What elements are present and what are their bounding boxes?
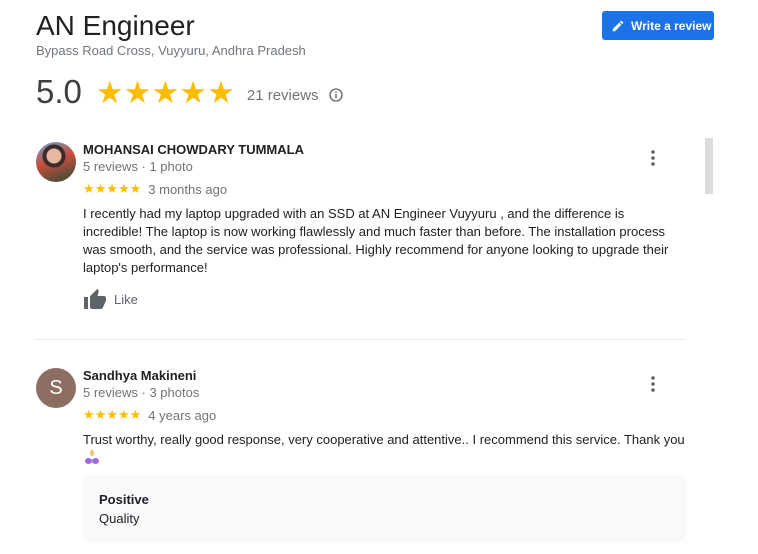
place-address: Bypass Road Cross, Vuyyuru, Andhra Prade… [36, 43, 306, 58]
review-rating: ★★★★★ 4 years ago [83, 407, 216, 423]
more-options-icon[interactable] [648, 375, 658, 393]
review-stars: ★★★★★ [83, 407, 142, 422]
review-text: Trust worthy, really good response, very… [83, 432, 685, 447]
attribute-value: Quality [99, 511, 140, 526]
review-divider [36, 339, 684, 340]
thumbs-up-icon [84, 289, 106, 309]
review-attributes: Positive Quality [83, 475, 686, 542]
review-date: 4 years ago [148, 407, 217, 423]
star-icon: ★ [207, 74, 235, 110]
review-text: I recently had my laptop upgraded with a… [83, 206, 669, 275]
info-icon[interactable] [328, 87, 344, 103]
more-options-icon[interactable] [648, 149, 658, 167]
reviewer-meta: 5 reviews · 1 photo [83, 159, 193, 174]
attribute-title: Positive [99, 492, 149, 507]
star-icon: ★ [95, 74, 124, 110]
reviewer-meta: 5 reviews · 3 photos [83, 385, 200, 400]
write-review-label: Write a review [631, 18, 712, 33]
rating-summary: 5.0 ★ ★ ★ ★ ★ 21 reviews [36, 72, 344, 112]
rating-value: 5.0 [36, 73, 82, 110]
pencil-icon [612, 20, 624, 31]
like-button[interactable]: Like [83, 288, 138, 310]
like-label: Like [114, 291, 138, 307]
write-review-button[interactable]: Write a review [602, 11, 714, 40]
reviewer-name[interactable]: MOHANSAI CHOWDARY TUMMALA [83, 142, 304, 157]
review-date: 3 months ago [148, 181, 228, 197]
review-stars: ★★★★★ [83, 181, 142, 196]
scrollbar-thumb[interactable] [705, 138, 713, 194]
star-icon: ★ [179, 74, 208, 110]
star-icon: ★ [151, 74, 180, 110]
review-count: 21 reviews [246, 86, 319, 104]
rating-stars: ★ ★ ★ ★ ★ [96, 77, 235, 108]
star-icon: ★ [123, 74, 152, 110]
place-title: AN Engineer [36, 10, 195, 41]
reviewer-avatar[interactable] [36, 142, 76, 182]
praying-hands-emoji-icon [85, 449, 99, 464]
review-rating: ★★★★★ 3 months ago [83, 181, 227, 197]
reviewer-avatar[interactable]: S [36, 368, 76, 408]
reviewer-name[interactable]: Sandhya Makineni [83, 368, 196, 383]
